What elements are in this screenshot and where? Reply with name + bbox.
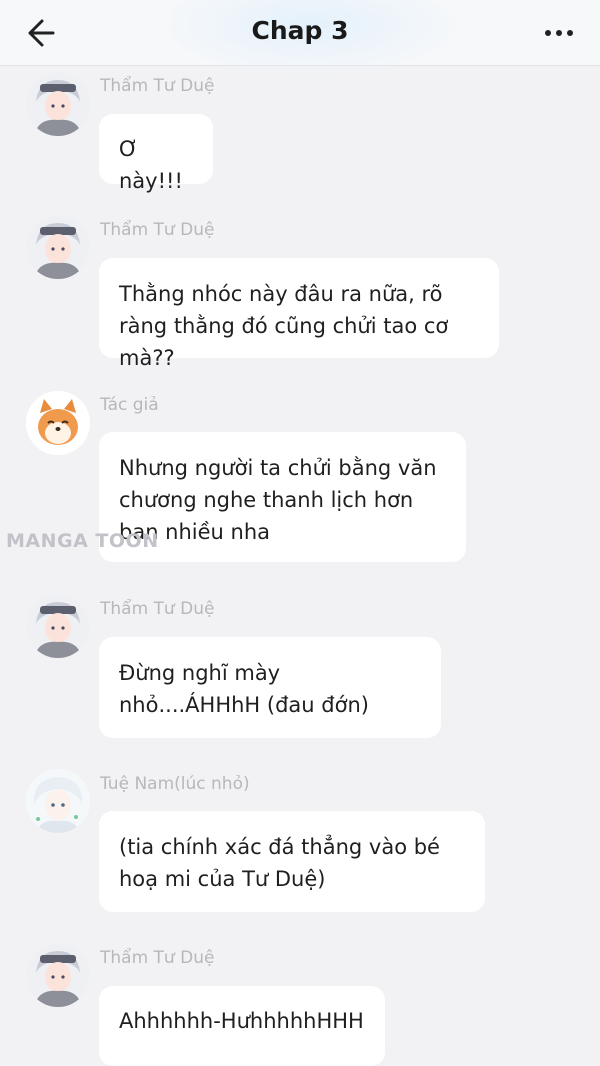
sender-name: Thẩm Tư Duệ — [100, 220, 215, 240]
sender-name: Tuệ Nam(lúc nhỏ) — [100, 774, 250, 794]
page-title: Chap 3 — [251, 16, 349, 45]
boy-avatar[interactable] — [26, 72, 90, 136]
boy-avatar[interactable] — [26, 594, 90, 658]
message-bubble: (tia chính xác đá thẳng vào bé hoạ mi củ… — [99, 811, 485, 912]
watermark: MANGA TOON — [6, 530, 159, 552]
boy-avatar[interactable] — [26, 943, 90, 1007]
top-bar: Chap 3 — [0, 0, 600, 80]
message-bubble: Ahhhhhh-HưhhhhhHHH — [99, 986, 385, 1066]
message-bubble: Đừng nghĩ mày nhỏ....ÁHHhH (đau đớn) — [99, 637, 441, 738]
sender-name: Thẩm Tư Duệ — [100, 599, 215, 619]
more-dots-icon[interactable] — [540, 18, 580, 48]
child-avatar[interactable] — [26, 769, 90, 833]
sender-name: Thẩm Tư Duệ — [100, 948, 215, 968]
sender-name: Thẩm Tư Duệ — [100, 76, 215, 96]
sender-name: Tác giả — [100, 395, 159, 415]
message-bubble: Thằng nhóc này đâu ra nữa, rõ ràng thằng… — [99, 258, 499, 370]
message-bubble: Ơ này!!! — [99, 114, 213, 193]
shiba-dog-avatar[interactable] — [26, 391, 90, 455]
boy-avatar[interactable] — [26, 215, 90, 279]
